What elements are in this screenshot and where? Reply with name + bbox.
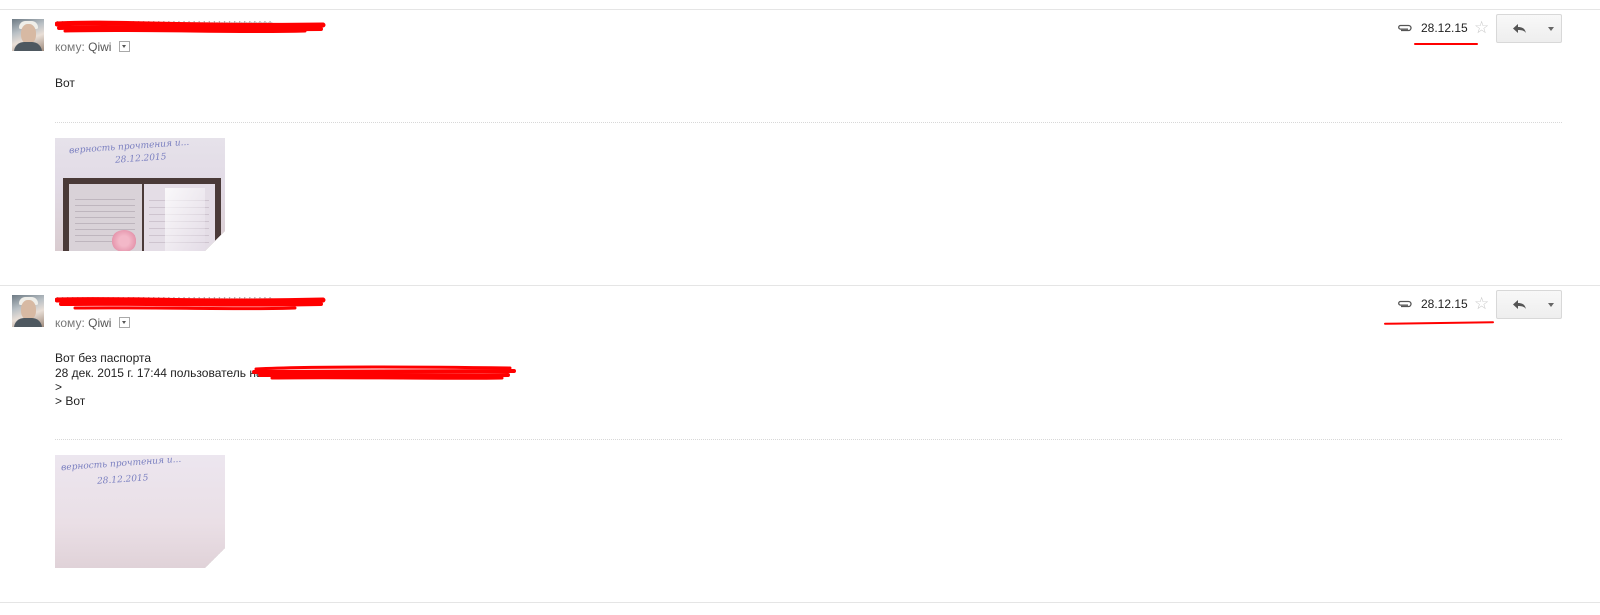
redaction-scribble bbox=[55, 297, 326, 311]
more-options-button[interactable] bbox=[1541, 14, 1562, 43]
recipient-name: Qiwi bbox=[88, 40, 112, 54]
message-date[interactable]: 28.12.15 bbox=[1421, 21, 1468, 35]
reply-button[interactable] bbox=[1496, 14, 1542, 43]
redaction-scribble bbox=[252, 365, 516, 380]
to-label: кому: bbox=[55, 316, 85, 330]
sender-avatar[interactable] bbox=[12, 19, 44, 51]
date-highlight-mark bbox=[1383, 321, 1495, 325]
message-divider bbox=[0, 9, 1600, 10]
attachment-separator bbox=[55, 122, 1562, 123]
sender-address[interactable]: ****************************************… bbox=[55, 18, 326, 34]
reply-arrow-icon bbox=[1513, 300, 1526, 309]
attachment-separator bbox=[55, 439, 1562, 440]
message-date[interactable]: 28.12.15 bbox=[1421, 297, 1468, 311]
handwriting-date: 28.12.2015 bbox=[96, 473, 149, 487]
attachment-thumbnail[interactable]: верность прочтения и... 28.12.2015 bbox=[55, 455, 225, 568]
recipient-line: кому: Qiwi bbox=[55, 316, 130, 330]
recipient-line: кому: Qiwi bbox=[55, 40, 130, 54]
redaction-scribble bbox=[55, 20, 326, 34]
paperclip-icon bbox=[1398, 300, 1412, 308]
star-icon[interactable]: ☆ bbox=[1474, 19, 1489, 36]
more-options-button[interactable] bbox=[1541, 290, 1562, 319]
star-icon[interactable]: ☆ bbox=[1474, 295, 1489, 312]
reply-button[interactable] bbox=[1496, 290, 1542, 319]
to-label: кому: bbox=[55, 40, 85, 54]
quote-line: > bbox=[55, 380, 63, 394]
date-highlight-mark bbox=[1414, 43, 1478, 45]
paperclip-icon bbox=[1398, 24, 1412, 32]
handwriting-line: верность прочтения и... bbox=[60, 455, 182, 474]
sender-avatar[interactable] bbox=[12, 295, 44, 327]
quote-line: > Вот bbox=[55, 394, 86, 408]
reply-arrow-icon bbox=[1513, 24, 1526, 33]
message-divider bbox=[0, 285, 1600, 286]
recipient-details-toggle[interactable] bbox=[118, 317, 130, 328]
recipient-details-toggle[interactable] bbox=[118, 41, 130, 52]
handwriting-date: 28.12.2015 bbox=[114, 152, 167, 166]
handwriting-line: верность прочтения и... bbox=[68, 138, 190, 157]
attachment-thumbnail[interactable]: верность прочтения и... 28.12.2015 bbox=[55, 138, 225, 251]
message-body-line: Вот bbox=[55, 76, 75, 90]
message-body-line: Вот без паспорта bbox=[55, 351, 152, 365]
sender-address[interactable]: ****************************************… bbox=[55, 294, 327, 311]
recipient-name: Qiwi bbox=[88, 316, 112, 330]
message-divider bbox=[0, 602, 1600, 603]
